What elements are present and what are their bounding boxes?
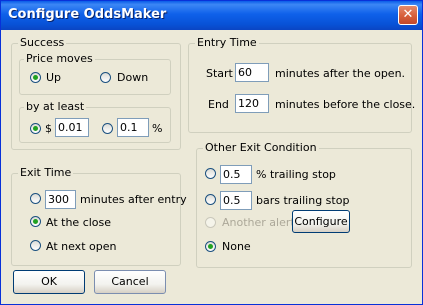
dollar-radio[interactable] [30, 123, 41, 134]
another-alert-radio [205, 217, 216, 228]
minutes-after-entry-radio[interactable] [30, 193, 41, 204]
other-exit-condition-label: Other Exit Condition [203, 141, 319, 154]
price-moves-group: Price moves [19, 52, 171, 95]
percent-label: % [152, 122, 163, 135]
price-moves-label: Price moves [24, 52, 95, 65]
up-label[interactable]: Up [46, 71, 61, 84]
start-minutes-input[interactable]: 60 [235, 63, 269, 82]
percent-trailing-stop-label: % trailing stop [256, 168, 336, 181]
minutes-after-entry-label: minutes after entry [80, 193, 187, 206]
exit-time-label: Exit Time [18, 166, 74, 179]
dollar-amount-input[interactable]: 0.01 [55, 118, 89, 137]
bars-trailing-stop-radio[interactable] [205, 194, 216, 205]
start-minutes-suffix: minutes after the open. [275, 67, 406, 80]
percent-radio[interactable] [102, 123, 113, 134]
up-radio[interactable] [30, 72, 41, 83]
at-the-close-radio[interactable] [30, 216, 41, 227]
success-group-label: Success [18, 36, 67, 49]
close-button[interactable]: ✕ [398, 5, 418, 25]
minutes-after-entry-input[interactable]: 300 [45, 190, 76, 209]
end-label: End [208, 98, 229, 111]
bars-trailing-stop-input[interactable]: 0.5 [220, 191, 252, 210]
entry-time-group: Entry Time [188, 36, 412, 133]
end-minutes-input[interactable]: 120 [235, 94, 269, 113]
cancel-button[interactable]: Cancel [94, 270, 166, 294]
none-label[interactable]: None [222, 240, 251, 253]
none-radio[interactable] [205, 241, 216, 252]
percent-trailing-stop-input[interactable]: 0.5 [220, 165, 252, 184]
at-next-open-label[interactable]: At next open [46, 240, 116, 253]
title-bar[interactable]: Configure OddsMaker ✕ [1, 1, 422, 30]
ok-button[interactable]: OK [13, 270, 85, 294]
down-label[interactable]: Down [117, 71, 148, 84]
another-alert-label: Another alert [222, 216, 295, 229]
end-minutes-suffix: minutes before the close. [275, 98, 416, 111]
configure-oddsmaker-dialog: Configure OddsMaker ✕ Success Price move… [0, 0, 423, 305]
percent-trailing-stop-radio[interactable] [205, 168, 216, 179]
dollar-label[interactable]: $ [45, 122, 52, 135]
percent-amount-input[interactable]: 0.1 [117, 118, 149, 137]
entry-time-label: Entry Time [195, 36, 259, 49]
at-next-open-radio[interactable] [30, 240, 41, 251]
down-radio[interactable] [100, 72, 111, 83]
start-label: Start [206, 67, 233, 80]
at-the-close-label[interactable]: At the close [46, 216, 111, 229]
window-title: Configure OddsMaker [8, 7, 167, 22]
by-at-least-label: by at least [24, 100, 87, 113]
bars-trailing-stop-label: bars trailing stop [256, 194, 350, 207]
configure-button[interactable]: Configure [292, 210, 350, 233]
